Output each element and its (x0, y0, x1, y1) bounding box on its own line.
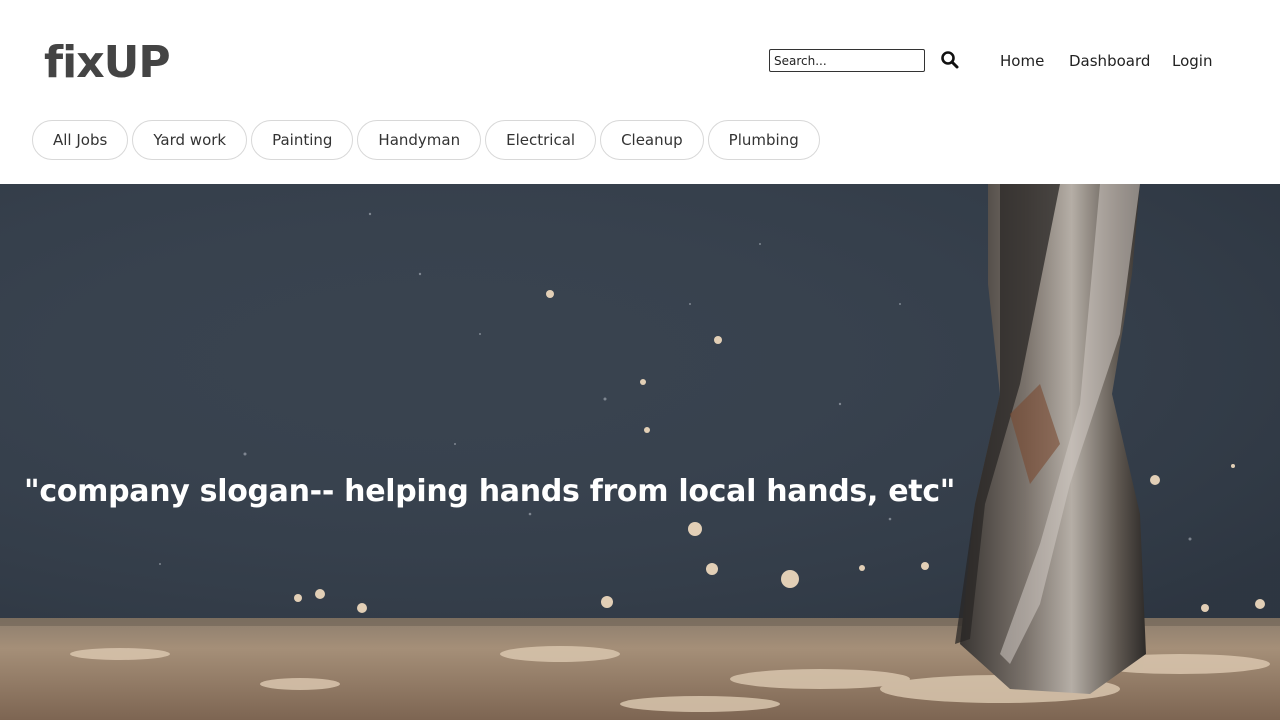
nav-home-link[interactable]: Home (1000, 50, 1044, 72)
category-electrical[interactable]: Electrical (485, 120, 597, 160)
hero-slogan: "company slogan-- helping hands from loc… (24, 474, 956, 509)
category-filters: All Jobs Yard work Painting Handyman Ele… (32, 120, 820, 160)
category-handyman[interactable]: Handyman (357, 120, 482, 160)
category-all-jobs[interactable]: All Jobs (32, 120, 129, 160)
site-header: fixUP Home Dashboard Login All Jobs Yard… (0, 0, 1280, 184)
category-cleanup[interactable]: Cleanup (600, 120, 704, 160)
search-input[interactable] (769, 49, 925, 72)
search-button[interactable] (939, 50, 961, 72)
nav-login-link[interactable]: Login (1172, 50, 1212, 72)
nav-dashboard-link[interactable]: Dashboard (1069, 50, 1150, 72)
drill-bit-hero-image (0, 184, 1280, 720)
hero-banner: "company slogan-- helping hands from loc… (0, 184, 1280, 720)
category-plumbing[interactable]: Plumbing (707, 120, 820, 160)
logo[interactable]: fixUP (44, 36, 171, 90)
category-yard-work[interactable]: Yard work (132, 120, 248, 160)
search-icon (941, 51, 959, 69)
category-painting[interactable]: Painting (251, 120, 354, 160)
